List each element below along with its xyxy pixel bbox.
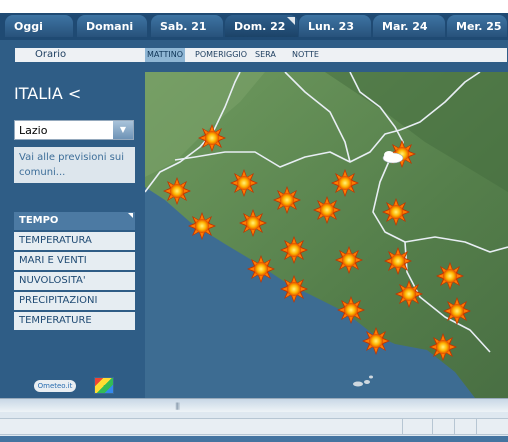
period-notte[interactable]: NOTTE (292, 50, 319, 60)
menu-item-precipitazioni[interactable]: PRECIPITAZIONI (14, 292, 135, 310)
menu-item-temperatura[interactable]: TEMPERATURA (14, 232, 135, 250)
corner-fold-icon (128, 213, 133, 218)
orario-label: Orario (35, 49, 67, 60)
tab-label: Oggi (14, 20, 43, 33)
corner-fold-icon (287, 17, 295, 25)
status-bar (0, 418, 508, 435)
period-nav: Orario MATTINO POMERIGGIO SERA NOTTE (0, 40, 508, 72)
horizontal-scrollbar[interactable]: ||| (0, 398, 508, 412)
sidebar: ITALIA < Lazio ▼ Vai alle previsioni sui… (0, 72, 145, 398)
weather-map (145, 72, 508, 398)
tab-mer-25[interactable]: Mer. 25 (447, 15, 507, 37)
status-segment (432, 419, 454, 434)
menu-item-tempo[interactable]: TEMPO (14, 212, 135, 230)
sun-icon[interactable] (273, 186, 301, 214)
menu-header-label: TEMPO (19, 215, 59, 226)
tab-label: Lun. 23 (308, 20, 354, 33)
sun-icon[interactable] (331, 169, 359, 197)
sun-icon[interactable] (335, 246, 363, 274)
status-segment (454, 419, 476, 434)
tab-label: Mer. 25 (456, 20, 502, 33)
tab-sab-21[interactable]: Sab. 21 (151, 15, 223, 37)
menu-item-nuvolosita[interactable]: NUVOLOSITA' (14, 272, 135, 290)
scroll-grip-icon[interactable]: ||| (175, 402, 180, 410)
region-selected-value: Lazio (19, 124, 48, 137)
sun-icon[interactable] (429, 333, 457, 361)
sun-icon[interactable] (280, 236, 308, 264)
sun-icon[interactable] (362, 327, 390, 355)
period-pomeriggio[interactable]: POMERIGGIO (195, 50, 247, 60)
tab-domani[interactable]: Domani (77, 15, 147, 37)
tab-oggi[interactable]: Oggi (5, 15, 73, 37)
tab-mar-24[interactable]: Mar. 24 (373, 15, 445, 37)
status-segment (402, 419, 432, 434)
partner-logo[interactable] (94, 377, 114, 394)
sun-icon[interactable] (163, 177, 191, 205)
sun-icon[interactable] (198, 124, 226, 152)
sun-icon[interactable] (239, 209, 267, 237)
sun-icon[interactable] (188, 212, 216, 240)
period-sera[interactable]: SERA (255, 50, 276, 60)
tab-label: Domani (86, 20, 134, 33)
comuni-forecast-link[interactable]: Vai alle previsioni sui comuni... (14, 147, 135, 183)
sun-icon[interactable] (395, 280, 423, 308)
sun-icon[interactable] (230, 169, 258, 197)
region-select[interactable]: Lazio ▼ (14, 120, 134, 140)
taskbar-strip (0, 436, 508, 442)
sun-icon[interactable] (436, 262, 464, 290)
meteo-logo[interactable]: Ometeo.it (34, 380, 76, 392)
status-segment (476, 419, 508, 434)
period-mattino[interactable]: MATTINO (145, 48, 186, 62)
tab-label: Sab. 21 (160, 20, 207, 33)
period-bar: Orario MATTINO POMERIGGIO SERA NOTTE (15, 48, 507, 62)
menu-item-temperature[interactable]: TEMPERATURE (14, 312, 135, 330)
country-back-link[interactable]: ITALIA < (14, 84, 81, 103)
tab-dom-22[interactable]: Dom. 22 (225, 15, 298, 37)
sun-icon[interactable] (280, 275, 308, 303)
sun-icon[interactable] (313, 196, 341, 224)
tab-label: Dom. 22 (234, 20, 286, 33)
chevron-down-icon[interactable]: ▼ (113, 121, 133, 139)
sun-icon[interactable] (382, 198, 410, 226)
tab-lun-23[interactable]: Lun. 23 (299, 15, 371, 37)
sun-icon[interactable] (247, 255, 275, 283)
tab-label: Mar. 24 (382, 20, 428, 33)
menu-item-mari-e-venti[interactable]: MARI E VENTI (14, 252, 135, 270)
sun-icon[interactable] (443, 297, 471, 325)
sun-icon[interactable] (337, 296, 365, 324)
sun-icon[interactable] (384, 247, 412, 275)
day-tab-bar: Oggi Domani Sab. 21 Dom. 22 Lun. 23 Mar.… (0, 0, 508, 40)
